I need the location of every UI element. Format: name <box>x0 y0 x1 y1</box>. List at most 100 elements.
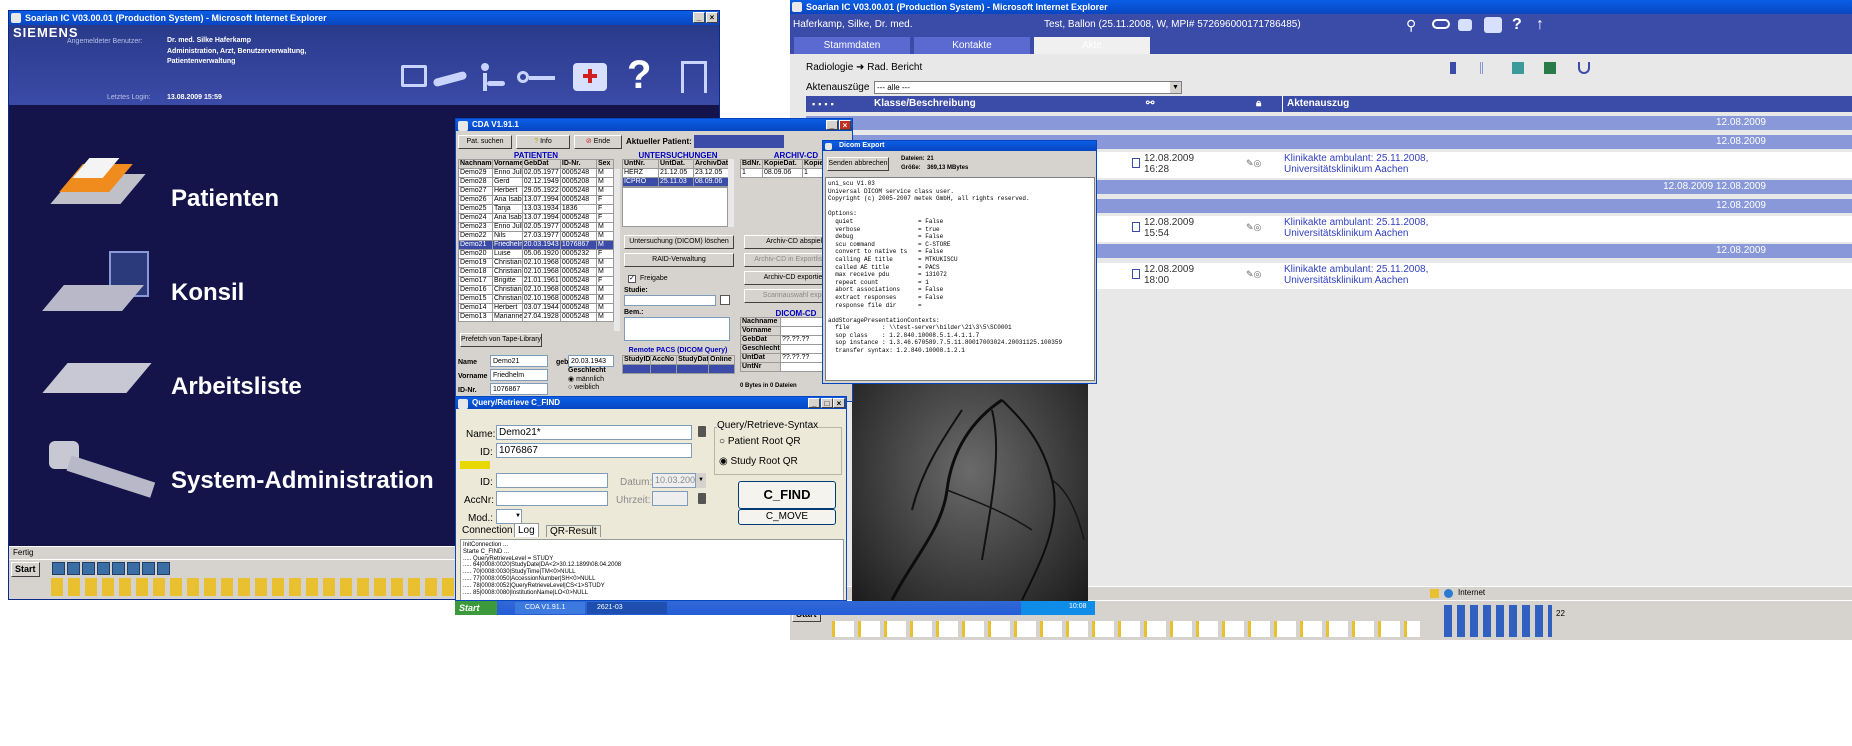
datum-dropdown-icon[interactable]: ▼ <box>696 473 706 488</box>
keys-icon[interactable] <box>517 69 557 87</box>
table-row[interactable] <box>622 364 735 374</box>
filter-select[interactable]: --- alle --- <box>874 81 1182 94</box>
ambulance-icon[interactable] <box>573 63 607 91</box>
app-icon[interactable] <box>127 562 140 575</box>
note-field[interactable] <box>624 317 730 341</box>
minimize-button[interactable]: _ <box>693 12 705 23</box>
col-header[interactable]: ID-Nr. <box>559 159 598 169</box>
app-icon[interactable] <box>97 562 110 575</box>
link-icon[interactable] <box>432 70 468 88</box>
col-header[interactable]: GebDat <box>521 159 561 169</box>
list-icon[interactable] <box>1480 62 1488 74</box>
app-icon[interactable] <box>112 562 125 575</box>
table-row[interactable]: Demo17 Brigitte 21.01.1961 0005248 F <box>458 276 614 286</box>
link-icon[interactable] <box>1432 19 1450 29</box>
app-icon[interactable] <box>82 562 95 575</box>
end-button[interactable]: ⊘ Ende <box>574 135 622 149</box>
table-row[interactable]: Demo27 Herbert 29.05.1922 0005248 M <box>458 186 614 196</box>
radio-female[interactable]: ○ weiblich <box>568 384 599 391</box>
close-button[interactable]: × <box>833 398 845 408</box>
arbeitsliste-icon[interactable] <box>42 351 152 407</box>
menu-arbeitsliste[interactable]: Arbeitsliste <box>171 373 302 401</box>
person-link-icon[interactable] <box>1458 19 1472 31</box>
log-output[interactable]: uni_scu V1.03 Universal DICOM service cla… <box>825 177 1095 381</box>
table-row[interactable]: Demo15Christian-102.10.19680005248M <box>458 294 614 304</box>
menu-patienten[interactable]: Patienten <box>171 185 279 213</box>
firstname-field[interactable]: Friedhelm <box>490 369 548 381</box>
app-icon[interactable] <box>142 562 155 575</box>
help-icon[interactable]: ? <box>627 55 651 95</box>
birth-field[interactable]: 20.03.1943 <box>568 355 614 367</box>
cancel-send-button[interactable]: Senden abbrechen <box>827 157 889 171</box>
breadcrumb-rad-bericht[interactable]: Rad. Bericht <box>867 62 922 73</box>
start-button[interactable]: Start <box>455 601 497 615</box>
filter-icon[interactable] <box>1544 62 1556 74</box>
wrench-icon[interactable] <box>49 441 159 501</box>
task-buttons[interactable] <box>830 621 1420 637</box>
header-icons[interactable]: ▪▪▪▪ <box>812 96 837 112</box>
col-header[interactable]: BdNr. <box>740 159 763 169</box>
table-row[interactable]: Demo16Christian-102.10.19680005248M <box>458 285 614 295</box>
study-select[interactable] <box>624 295 716 306</box>
tab-stammdaten[interactable]: Stammdaten <box>794 37 910 54</box>
date-group-bar[interactable]: 12.08.2009 <box>806 116 1852 130</box>
person-link-icon[interactable] <box>475 63 505 93</box>
col-header[interactable]: Nachname <box>458 159 493 169</box>
exit-icon[interactable]: ↑ <box>1536 14 1544 36</box>
name-field[interactable]: Demo21 <box>490 355 548 367</box>
col-header[interactable]: KopieDat. <box>762 159 803 169</box>
col-class[interactable]: Klasse/Beschreibung <box>874 96 976 112</box>
table-row[interactable]: Demo26Ana Isabe13.07.19940005248F <box>458 195 614 205</box>
menu-konsil[interactable]: Konsil <box>171 279 244 307</box>
table-row[interactable]: HERZ 21.12.05 23.12.05 <box>622 168 729 178</box>
col-header[interactable]: Vorname <box>491 159 523 169</box>
table-row[interactable]: Demo21 Friedhelm 20.03.1943 1076867 M <box>458 240 614 250</box>
table-row[interactable]: Demo25 Tanja 13.03.1934 1836 F <box>458 204 614 214</box>
menu-system-administration[interactable]: System-Administration <box>171 467 434 495</box>
trash-icon[interactable] <box>698 426 706 437</box>
col-header[interactable]: StudyDate <box>676 355 709 365</box>
app-icon[interactable] <box>157 562 170 575</box>
close-button[interactable]: × <box>839 120 851 130</box>
id-field[interactable]: 1076867 <box>490 383 548 395</box>
tab-log[interactable]: Log <box>514 523 539 537</box>
radio-study-root[interactable]: ◉ Study Root QR <box>719 456 798 467</box>
info-button[interactable]: ? Info <box>516 135 570 149</box>
patienten-icon[interactable] <box>50 156 146 216</box>
app-icon[interactable] <box>52 562 65 575</box>
search-icon[interactable]: ⚲ <box>1406 17 1416 33</box>
table-row[interactable]: Demo18Christian-102.10.19680005248M <box>458 267 614 277</box>
edit-icon[interactable]: ✎◎ <box>1246 222 1261 233</box>
tab-qr-result[interactable]: QR-Result <box>546 525 601 537</box>
prefetch-button[interactable]: Prefetch von Tape-Library <box>460 333 542 347</box>
chevron-down-icon[interactable]: ▼ <box>514 509 522 524</box>
radio-patient-root[interactable]: ○ Patient Root QR <box>719 436 801 447</box>
col-header[interactable]: StudyID <box>622 355 651 365</box>
col-header[interactable]: Sex <box>596 159 614 169</box>
app-icon[interactable] <box>67 562 80 575</box>
chevron-down-icon[interactable]: ▼ <box>1170 82 1181 93</box>
table-row[interactable]: Demo14 Herbert 03.07.1944 0005248 M <box>458 303 614 313</box>
task-button-cda[interactable]: CDA V1.91.1 <box>515 602 585 614</box>
name-field[interactable]: Demo21* <box>496 425 692 440</box>
start-button[interactable]: Start <box>11 562 40 577</box>
tab-kontakte[interactable]: Kontakte <box>914 37 1030 54</box>
col-header[interactable]: AccNo <box>650 355 677 365</box>
table-row[interactable]: Demo20 Luise 05.06.1920 0005232 F <box>458 249 614 259</box>
table-row[interactable]: Demo28 Gerd 02.12.1949 0005208 M <box>458 177 614 187</box>
table-row[interactable]: Demo23Enno Julha02.05.19770005248M <box>458 222 614 232</box>
col-extract[interactable]: Aktenauszug <box>1282 96 1349 112</box>
id2-field[interactable] <box>496 473 608 488</box>
entry-link[interactable]: Klinikakte ambulant: 25.11.2008, Univers… <box>1284 153 1504 175</box>
table-row[interactable]: Demo24Ana Isabe13.07.19940005248F <box>458 213 614 223</box>
raid-button[interactable]: RAID-Verwaltung <box>624 253 734 267</box>
id-field[interactable]: 1076867 <box>496 443 692 458</box>
col-header[interactable]: UntDat. <box>658 159 694 169</box>
help-icon[interactable]: ? <box>1512 14 1522 36</box>
cmove-button[interactable]: C_MOVE <box>738 509 836 525</box>
col-header[interactable]: UntNr. <box>622 159 659 169</box>
column-icon[interactable] <box>1450 62 1456 74</box>
delete-study-button[interactable]: Untersuchung (DICOM) löschen <box>624 235 734 249</box>
col-header[interactable]: ArchivDat. <box>693 159 729 169</box>
exit-icon[interactable] <box>681 61 707 93</box>
